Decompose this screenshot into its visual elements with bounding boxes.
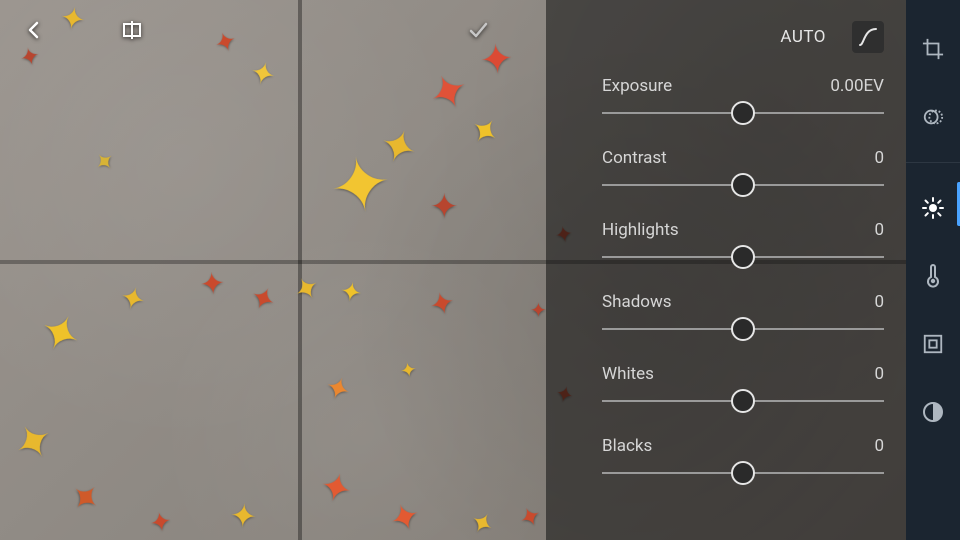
tool-crop[interactable] bbox=[918, 34, 948, 64]
app-root: ✦✦✦✦✦✦✦✦✦✦✦✦✦✦✦✦✦✦✦✦✦✦✦✦✦✦✦✦✦✦✦ bbox=[0, 0, 960, 540]
presets-icon bbox=[922, 106, 944, 128]
tool-strip bbox=[906, 0, 960, 540]
slider-thumb[interactable] bbox=[731, 245, 755, 269]
slider-highlights: Highlights 0 bbox=[602, 214, 884, 278]
leaf: ✦ bbox=[430, 190, 459, 224]
leaf: ✦ bbox=[478, 39, 515, 82]
sliders-list: Exposure0.00EVContrast0Highlights0Shadow… bbox=[602, 70, 884, 494]
back-button[interactable] bbox=[20, 16, 48, 44]
slider-blacks: Blacks 0 bbox=[602, 430, 884, 494]
slider-track[interactable] bbox=[602, 174, 884, 196]
photo-canvas[interactable]: ✦✦✦✦✦✦✦✦✦✦✦✦✦✦✦✦✦✦✦✦✦✦✦✦✦✦✦✦✦✦✦ bbox=[0, 0, 906, 540]
light-icon bbox=[921, 196, 945, 220]
slider-label: Shadows bbox=[602, 292, 672, 312]
slider-whites: Whites 0 bbox=[602, 358, 884, 422]
slider-thumb[interactable] bbox=[731, 461, 755, 485]
slider-track[interactable] bbox=[602, 318, 884, 340]
slider-label: Blacks bbox=[602, 436, 652, 456]
slider-value: 0 bbox=[874, 148, 884, 168]
slider-shadows: Shadows 0 bbox=[602, 286, 884, 350]
slider-value: 0 bbox=[874, 436, 884, 456]
slider-label: Exposure bbox=[602, 76, 672, 96]
tone-curve-button[interactable] bbox=[852, 21, 884, 53]
slider-value: 0 bbox=[874, 220, 884, 240]
auto-button[interactable]: AUTO bbox=[770, 23, 836, 51]
color-temperature-icon bbox=[923, 264, 943, 288]
leaf: ✦ bbox=[148, 508, 174, 537]
slider-thumb[interactable] bbox=[731, 101, 755, 125]
leaf: ✦ bbox=[553, 224, 575, 249]
adjustments-panel-header: AUTO bbox=[602, 14, 884, 60]
adjustments-panel: AUTO Exposure0.00EVContrast0Highlights0S… bbox=[582, 0, 906, 540]
slider-label: Contrast bbox=[602, 148, 667, 168]
leaf: ✦ bbox=[229, 499, 258, 533]
leaf: ✦ bbox=[199, 269, 227, 301]
compare-icon bbox=[121, 19, 143, 41]
slider-label: Whites bbox=[602, 364, 654, 384]
tone-curve-icon bbox=[857, 26, 879, 48]
tool-optics[interactable] bbox=[918, 397, 948, 427]
slider-track[interactable] bbox=[602, 102, 884, 124]
tool-detail[interactable] bbox=[918, 329, 948, 359]
slider-thumb[interactable] bbox=[731, 389, 755, 413]
slider-track[interactable] bbox=[602, 246, 884, 268]
slider-exposure: Exposure 0.00EV bbox=[602, 70, 884, 134]
check-icon bbox=[467, 19, 489, 41]
compare-button[interactable] bbox=[118, 16, 146, 44]
tool-color[interactable] bbox=[918, 261, 948, 291]
slider-label: Highlights bbox=[602, 220, 679, 240]
leaf: ✦ bbox=[530, 300, 547, 320]
confirm-button[interactable] bbox=[464, 16, 492, 44]
tool-light[interactable] bbox=[918, 193, 948, 223]
detail-icon bbox=[922, 333, 944, 355]
slider-value: 0.00EV bbox=[830, 76, 884, 96]
slider-track[interactable] bbox=[602, 390, 884, 412]
tool-presets[interactable] bbox=[918, 102, 948, 132]
optics-icon bbox=[921, 401, 945, 423]
leaf: ✦ bbox=[58, 3, 88, 37]
slider-thumb[interactable] bbox=[731, 173, 755, 197]
leaf: ✦ bbox=[338, 278, 364, 307]
chevron-left-icon bbox=[25, 21, 43, 39]
slider-thumb[interactable] bbox=[731, 317, 755, 341]
slider-track[interactable] bbox=[602, 462, 884, 484]
crop-icon bbox=[922, 38, 944, 60]
leaf: ✦ bbox=[398, 359, 418, 382]
slider-value: 0 bbox=[874, 292, 884, 312]
slider-value: 0 bbox=[874, 364, 884, 384]
slider-contrast: Contrast 0 bbox=[602, 142, 884, 206]
tool-strip-divider bbox=[906, 162, 960, 163]
